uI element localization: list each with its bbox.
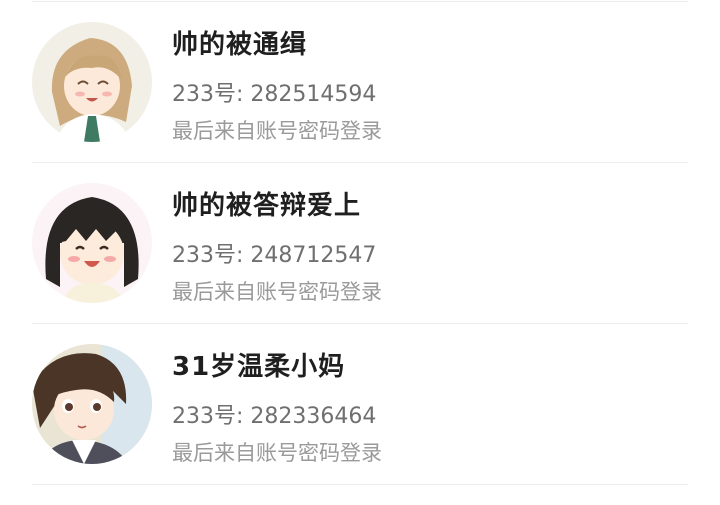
- anime-girl-brown-hair-avatar: [32, 344, 152, 464]
- last-login-method: 最后来自账号密码登录: [172, 280, 382, 304]
- account-id: 233号: 282336464: [172, 404, 377, 429]
- account-item[interactable]: 帅的被答辩爱上 233号: 248712547 最后来自账号密码登录: [0, 163, 720, 323]
- divider: [32, 484, 688, 485]
- account-list: 帅的被通缉 233号: 282514594 最后来自账号密码登录 帅的被答辩爱上…: [0, 0, 720, 505]
- account-item[interactable]: 帅的被通缉 233号: 282514594 最后来自账号密码登录: [0, 2, 720, 162]
- anime-girl-black-hair-avatar: [32, 183, 152, 303]
- last-login-method: 最后来自账号密码登录: [172, 119, 382, 143]
- account-item[interactable]: 31岁温柔小妈 233号: 282336464 最后来自账号密码登录: [0, 324, 720, 484]
- account-id: 233号: 248712547: [172, 243, 377, 268]
- account-name: 帅的被答辩爱上: [172, 191, 362, 221]
- account-name: 31岁温柔小妈: [172, 352, 346, 382]
- anime-girl-smiling-avatar: [32, 22, 152, 142]
- account-id: 233号: 282514594: [172, 82, 377, 107]
- last-login-method: 最后来自账号密码登录: [172, 441, 382, 465]
- account-name: 帅的被通缉: [172, 30, 308, 60]
